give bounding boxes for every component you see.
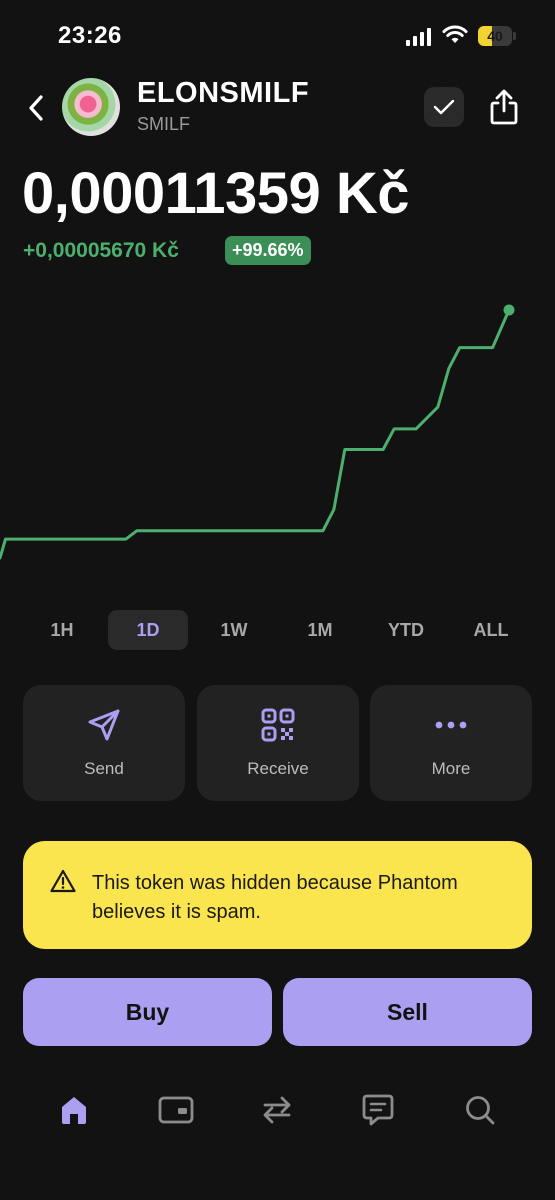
nav-home[interactable] [52,1090,96,1130]
token-name: ELONSMILF [137,77,310,109]
warning-triangle-icon [50,869,76,893]
token-avatar [62,78,120,136]
cellular-signal-icon [406,28,431,46]
sell-button[interactable]: Sell [283,978,532,1046]
chevron-left-icon [29,95,43,121]
timeframe-1h[interactable]: 1H [22,610,102,650]
share-button[interactable] [484,85,524,129]
timeframe-all[interactable]: ALL [451,610,531,650]
send-button[interactable]: Send [23,685,185,801]
status-time: 23:26 [58,22,122,49]
nav-search[interactable] [458,1090,502,1130]
timeframe-1d[interactable]: 1D [108,610,188,650]
bottom-navigation [0,1080,555,1140]
receive-button[interactable]: Receive [197,685,359,801]
battery-indicator: 40 [478,26,516,46]
home-icon [62,1097,86,1124]
send-icon [88,709,120,741]
send-label: Send [84,759,124,778]
buy-button[interactable]: Buy [23,978,272,1046]
more-label: More [431,759,471,778]
spam-warning-banner: This token was hidden because Phantom be… [23,841,532,949]
token-symbol: SMILF [137,114,191,134]
wifi-icon [442,25,468,43]
nav-collectibles[interactable] [154,1090,198,1130]
spam-warning-text: This token was hidden because Phantom be… [92,872,458,923]
price-change-percent-badge: +99.66% [225,236,311,265]
checkmark-icon [433,99,455,115]
more-dots-icon [435,721,467,729]
qr-code-icon [261,708,295,742]
timeframe-1m[interactable]: 1M [280,610,360,650]
swap-icon [263,1096,291,1124]
receive-label: Receive [247,759,309,778]
search-icon [466,1096,495,1125]
back-button[interactable] [20,88,52,128]
price-change-amount: +0,00005670 Kč [23,239,179,262]
token-price: 0,00011359 Kč [22,161,409,226]
wallet-card-icon [158,1096,194,1124]
status-bar: 23:26 40 [0,0,555,74]
check-button[interactable] [424,87,464,127]
battery-level: 40 [487,28,503,44]
timeframe-ytd[interactable]: YTD [366,610,446,650]
more-button[interactable]: More [370,685,532,801]
timeframe-selector: 1H 1D 1W 1M YTD ALL [0,610,555,652]
chat-icon [362,1094,394,1126]
share-icon [490,89,518,125]
nav-swap[interactable] [255,1090,299,1130]
price-chart[interactable] [0,290,555,580]
price-line [0,308,511,560]
nav-messages[interactable] [356,1090,400,1130]
current-price-point [503,304,515,316]
timeframe-1w[interactable]: 1W [194,610,274,650]
